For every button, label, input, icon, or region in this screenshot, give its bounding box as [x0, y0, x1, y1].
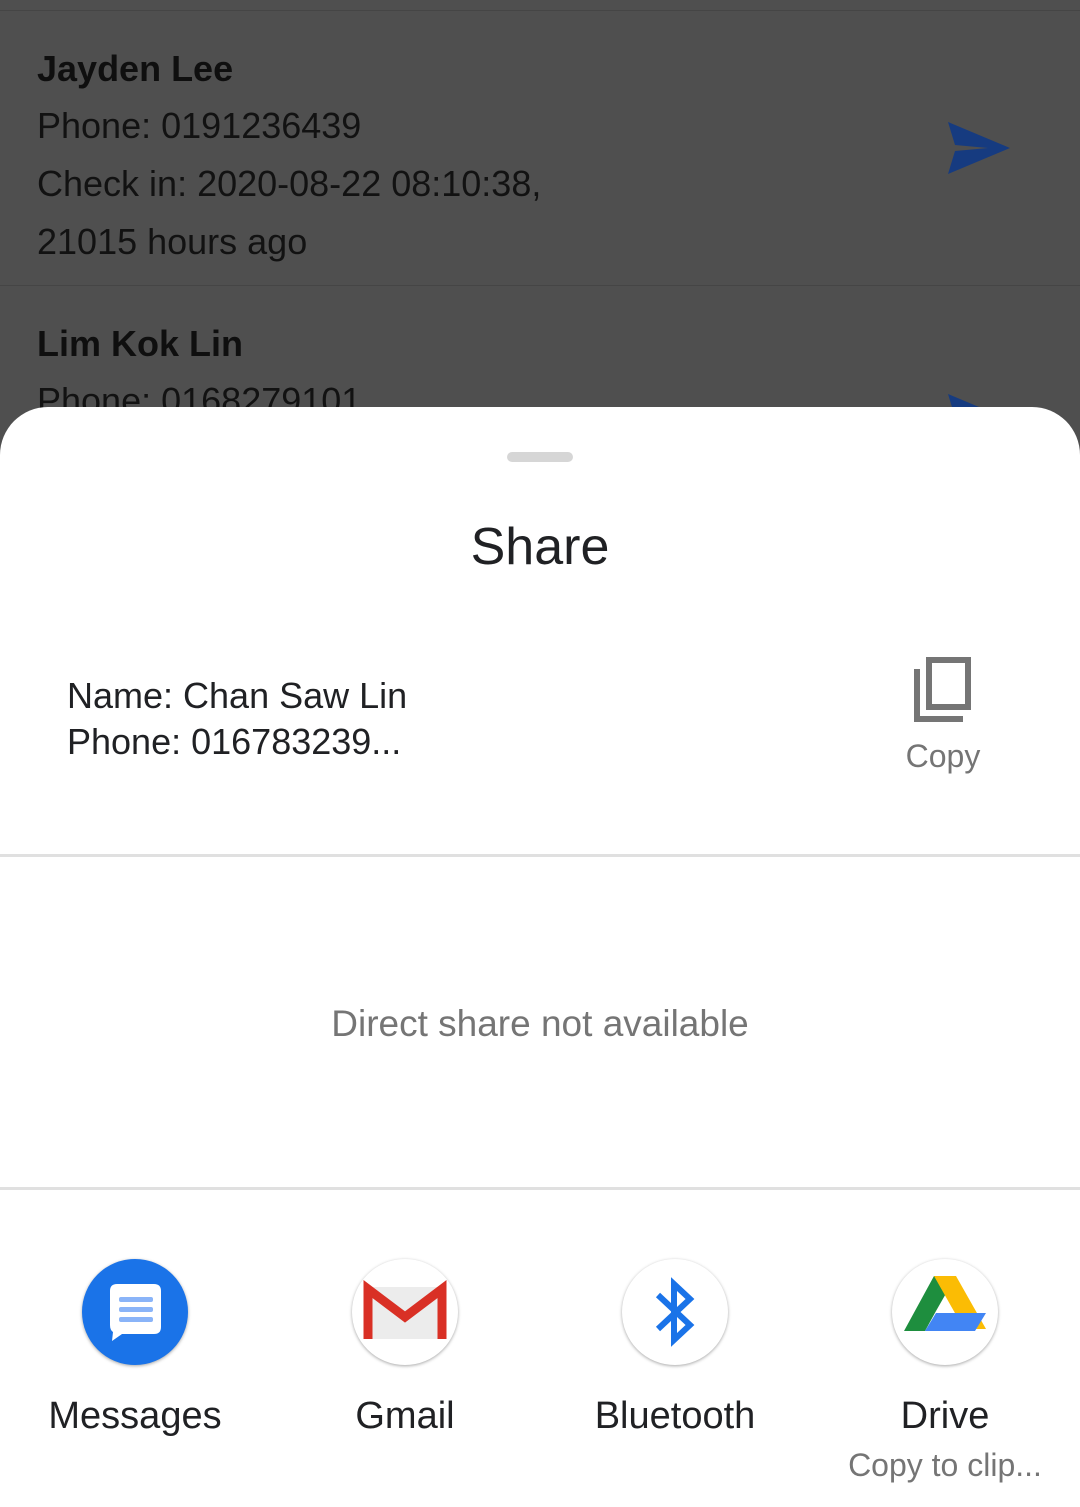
app-label: Drive [900, 1395, 990, 1437]
app-label: Messages [48, 1395, 222, 1437]
preview-name-line: Name: Chan Saw Lin [67, 675, 408, 716]
preview-phone-line: Phone: 016783239... [67, 721, 402, 762]
bluetooth-icon [622, 1259, 728, 1365]
app-label: Bluetooth [594, 1395, 756, 1437]
contact-checkin: Check in: 2020-08-22 08:10:38, [37, 163, 542, 204]
direct-share-message: Direct share not available [331, 1003, 749, 1044]
contact-card-jayden-lee[interactable]: Jayden Lee Phone: 0191236439 Check in: 2… [0, 11, 1080, 286]
send-icon[interactable] [948, 122, 1010, 174]
share-target-messages[interactable]: Messages [0, 1257, 270, 1497]
copy-icon [913, 657, 973, 723]
gmail-icon [352, 1259, 458, 1365]
contact-phone: Phone: 0191236439 [37, 105, 362, 146]
divider [0, 1187, 1080, 1190]
contact-time-ago: 21015 hours ago [37, 221, 308, 262]
divider [0, 854, 1080, 857]
sheet-title: Share [470, 518, 610, 576]
share-target-gmail[interactable]: Gmail [270, 1257, 540, 1497]
messages-icon [82, 1259, 188, 1365]
drive-icon [892, 1259, 998, 1365]
share-target-bluetooth[interactable]: Bluetooth [540, 1257, 810, 1497]
copy-button[interactable]: Copy [893, 652, 993, 782]
drag-handle[interactable] [507, 452, 573, 462]
copy-label: Copy [905, 738, 981, 774]
app-label: Gmail [355, 1395, 455, 1437]
share-target-drive[interactable]: Drive Copy to clip... [810, 1257, 1080, 1497]
share-content-preview: Name: Chan Saw Lin Phone: 016783239... [67, 673, 627, 765]
app-sublabel: Copy to clip... [848, 1447, 1042, 1483]
contact-name: Jayden Lee [37, 48, 234, 89]
contact-name: Lim Kok Lin [37, 323, 243, 364]
share-sheet: Share Name: Chan Saw Lin Phone: 01678323… [0, 407, 1080, 1507]
